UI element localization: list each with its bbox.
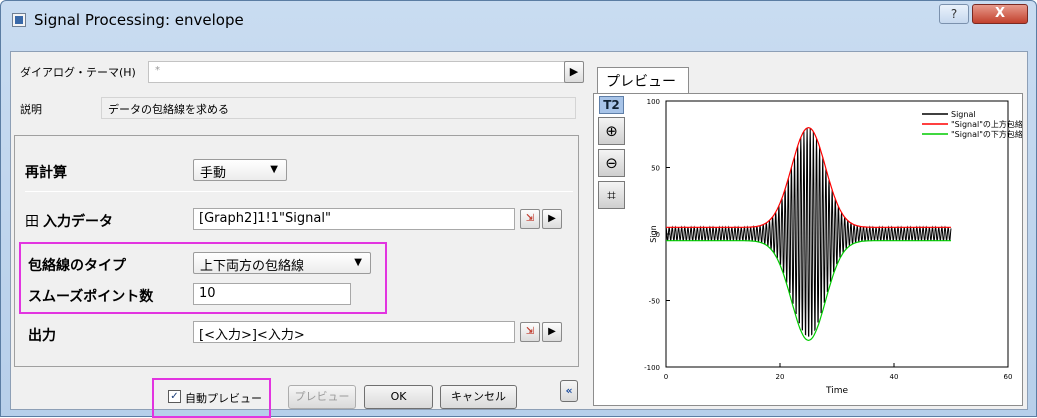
auto-preview-checkbox[interactable]: ✓ xyxy=(168,390,181,403)
theme-menu-button[interactable]: ▶ xyxy=(564,61,584,83)
y-axis-label: Sign xyxy=(649,225,658,242)
tab-preview[interactable]: プレビュー xyxy=(597,67,689,93)
zoom-in-icon[interactable]: ⊕ xyxy=(598,117,625,145)
preview-pane: T2 ⊕ ⊖ ⌗ 100 50 0 -50 -100 0 20 40 60 Time Sign Sig… xyxy=(593,93,1023,406)
close-button[interactable]: X xyxy=(972,4,1028,24)
chevron-down-icon: ▼ xyxy=(270,164,278,175)
select-data-icon[interactable]: ⇲ xyxy=(520,209,540,229)
input-expander-icon[interactable]: 田 xyxy=(25,211,39,231)
y-tick-label: 50 xyxy=(651,165,660,173)
dialog-body: ダイアログ・テーマ(H) * ▶ 説明 データの包絡線を求める 再計算 手動 ▼… xyxy=(10,51,1028,418)
envelope-chart: 100500-50-1000 20 40 60TimeSignSignal"Signa… xyxy=(644,98,1022,396)
y-tick-label: 100 xyxy=(647,98,660,106)
theme-label: ダイアログ・テーマ(H) xyxy=(20,66,136,79)
recalc-value: 手動 xyxy=(200,166,227,181)
input-data-label: 入力データ xyxy=(43,214,113,230)
highlight-box xyxy=(19,242,387,314)
select-output-icon[interactable]: ⇲ xyxy=(520,322,540,342)
x-axis-label: Time xyxy=(825,386,848,396)
rescale-icon[interactable]: ⌗ xyxy=(598,181,625,209)
input-data-field[interactable]: [Graph2]1!1"Signal" xyxy=(193,208,515,230)
upper-envelope-line xyxy=(666,126,951,228)
description-field: データの包絡線を求める xyxy=(101,97,576,119)
zoom-out-icon[interactable]: ⊖ xyxy=(598,149,625,177)
y-tick-label: -50 xyxy=(649,298,660,306)
settings-panel: 再計算 手動 ▼ 田 入力データ [Graph2]1!1"Signal" ⇲ ▶… xyxy=(14,135,579,367)
recalc-select[interactable]: 手動 ▼ xyxy=(193,159,287,181)
description-label: 説明 xyxy=(20,103,42,116)
title-bar[interactable]: Signal Processing: envelope ? X xyxy=(1,1,1036,43)
legend-entry: "Signal"の下方包絡線 xyxy=(951,129,1022,139)
output-menu-button[interactable]: ▶ xyxy=(542,322,562,342)
x-tick-label: 60 xyxy=(1004,373,1013,381)
window-title: Signal Processing: envelope xyxy=(34,11,244,29)
layer-badge: T2 xyxy=(599,96,624,114)
output-field[interactable]: [<入力>]<入力> xyxy=(193,321,515,343)
recalc-label: 再計算 xyxy=(25,165,67,181)
legend-entry: "Signal"の上方包絡線 xyxy=(951,119,1022,129)
x-tick-label: 0 xyxy=(664,373,668,381)
y-tick-label: -100 xyxy=(644,364,660,372)
auto-preview-label: 自動プレビュー xyxy=(185,392,262,405)
divider xyxy=(25,191,573,192)
theme-field[interactable]: * xyxy=(148,61,566,83)
ok-button[interactable]: OK xyxy=(364,385,433,409)
signal-line xyxy=(665,127,952,337)
legend-entry: Signal xyxy=(951,110,976,119)
dialog-window: Signal Processing: envelope ? X ダイアログ・テー… xyxy=(0,0,1037,418)
collapse-button[interactable]: « xyxy=(560,380,578,402)
output-label: 出力 xyxy=(28,328,56,344)
preview-button[interactable]: プレビュー xyxy=(288,385,356,409)
cancel-button[interactable]: キャンセル xyxy=(440,385,517,409)
x-tick-label: 20 xyxy=(776,373,785,381)
help-button[interactable]: ? xyxy=(939,4,969,24)
input-menu-button[interactable]: ▶ xyxy=(542,209,562,229)
x-tick-label: 40 xyxy=(890,373,899,381)
app-icon xyxy=(12,13,26,27)
